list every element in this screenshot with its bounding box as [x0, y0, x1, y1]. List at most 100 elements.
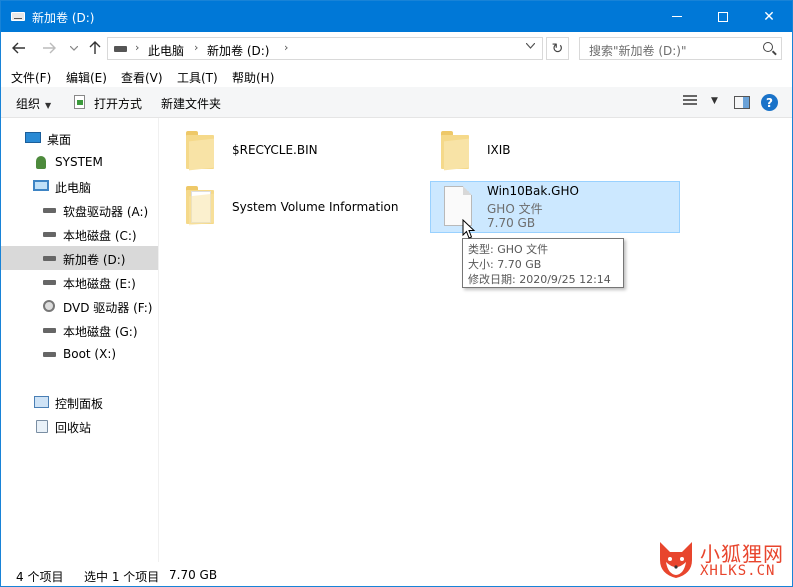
recycle-bin-icon [36, 420, 48, 433]
menu-tools[interactable]: 工具(T) [177, 69, 218, 86]
navigation-pane: 桌面 SYSTEM 此电脑 软盘驱动器 (A:) 本地磁盘 (C:) 新加卷 (… [1, 118, 159, 562]
breadcrumb-separator[interactable]: › [284, 41, 288, 54]
drive-icon [11, 12, 25, 21]
tooltip-type: 类型: GHO 文件 [468, 243, 549, 256]
organize-label: 组织 [16, 97, 41, 111]
file-item-ixib-folder[interactable]: IXIB [435, 126, 675, 174]
back-button[interactable] [9, 38, 29, 58]
file-list[interactable]: $RECYCLE.BIN IXIB System Volume Informat… [160, 118, 792, 562]
organize-button[interactable]: 组织 ▼ [16, 95, 51, 112]
sidebar-item-drive-e[interactable]: 本地磁盘 (E:) [1, 270, 158, 294]
menu-file[interactable]: 文件(F) [11, 69, 51, 86]
up-button[interactable] [85, 38, 105, 58]
breadcrumb-separator[interactable]: › [194, 41, 198, 54]
sidebar-item-label: 控制面板 [55, 397, 104, 411]
file-name: $RECYCLE.BIN [232, 143, 318, 157]
sidebar-item-dvd-f[interactable]: DVD 驱动器 (F:) [1, 294, 158, 318]
tooltip-modified: 修改日期: 2020/9/25 12:14 [468, 273, 611, 286]
maximize-icon [718, 11, 728, 22]
file-name: System Volume Information [232, 200, 399, 214]
refresh-icon: ↻ [551, 40, 564, 57]
minimize-icon [672, 16, 682, 17]
view-options-icon[interactable] [683, 95, 699, 109]
arrow-left-icon [12, 42, 25, 54]
preview-pane-icon[interactable] [734, 96, 750, 109]
desktop-icon [25, 132, 41, 143]
tooltip-size: 大小: 7.70 GB [468, 258, 542, 271]
sidebar-item-label: 新加卷 (D:) [63, 253, 126, 267]
navigation-bar: › 此电脑 › 新加卷 (D:) › ↻ 搜索"新加卷 (D:)" [1, 32, 792, 65]
drive-icon [43, 256, 56, 261]
file-item-system-volume-information-folder[interactable]: System Volume Information [182, 182, 427, 234]
breadcrumb-this-pc[interactable]: 此电脑 [148, 42, 184, 59]
file-name: Win10Bak.GHO [487, 184, 579, 198]
folder-icon [441, 131, 470, 171]
sidebar-item-drive-c[interactable]: 本地磁盘 (C:) [1, 222, 158, 246]
menu-edit[interactable]: 编辑(E) [66, 69, 107, 86]
sidebar-item-boot-x[interactable]: Boot (X:) [1, 342, 158, 366]
file-size: 7.70 GB [487, 216, 536, 230]
breadcrumb-separator[interactable]: › [135, 41, 139, 54]
sidebar-item-label: 桌面 [47, 133, 72, 147]
drive-icon [43, 352, 56, 357]
command-bar: 组织 ▼ 打开方式 新建文件夹 ▼ ? [1, 87, 792, 118]
fox-logo-icon [660, 542, 692, 578]
arrow-up-icon [89, 41, 101, 54]
sidebar-item-this-pc[interactable]: 此电脑 [1, 174, 158, 198]
title-bar[interactable]: 新加卷 (D:) ✕ [1, 1, 792, 32]
folder-icon [186, 186, 215, 226]
menu-bar: 文件(F) 编辑(E) 查看(V) 工具(T) 帮助(H) [1, 65, 792, 87]
open-with-button[interactable]: 打开方式 [94, 95, 142, 112]
help-icon[interactable]: ? [761, 94, 778, 111]
chevron-down-icon [70, 45, 78, 51]
drive-icon [43, 232, 56, 237]
sidebar-item-control-panel[interactable]: 控制面板 [1, 390, 158, 414]
window-title: 新加卷 (D:) [32, 11, 95, 25]
menu-view[interactable]: 查看(V) [121, 69, 163, 86]
breadcrumb-current-drive[interactable]: 新加卷 (D:) [207, 42, 269, 59]
sidebar-item-floppy-a[interactable]: 软盘驱动器 (A:) [1, 198, 158, 222]
sidebar-item-drive-g[interactable]: 本地磁盘 (G:) [1, 318, 158, 342]
sidebar-item-label: SYSTEM [55, 155, 103, 169]
search-box[interactable]: 搜索"新加卷 (D:)" [579, 37, 782, 60]
new-folder-button[interactable]: 新建文件夹 [161, 95, 221, 112]
sidebar-item-drive-d[interactable]: 新加卷 (D:) [1, 246, 158, 270]
drive-icon [43, 280, 56, 285]
arrow-right-icon [43, 42, 56, 54]
explorer-window: 新加卷 (D:) ✕ › 此电脑 › 新加卷 (D:) › ↻ 搜索"新加卷 (… [0, 0, 793, 587]
sidebar-item-label: Boot (X:) [63, 347, 117, 361]
address-dropdown-button[interactable] [525, 42, 536, 52]
sidebar-item-recycle-bin[interactable]: 回收站 [1, 414, 158, 438]
file-type: GHO 文件 [487, 202, 543, 216]
refresh-button[interactable]: ↻ [546, 37, 569, 60]
search-placeholder: 搜索"新加卷 (D:)" [589, 44, 687, 58]
chevron-down-icon [525, 42, 536, 49]
file-name: IXIB [487, 143, 511, 157]
floppy-drive-icon [43, 208, 56, 213]
status-item-count: 4 个项目 [16, 570, 64, 584]
recent-locations-button[interactable] [64, 38, 84, 58]
file-info-tooltip: 类型: GHO 文件 大小: 7.70 GB 修改日期: 2020/9/25 1… [462, 238, 624, 288]
folder-icon [186, 131, 215, 171]
sidebar-item-system[interactable]: SYSTEM [1, 150, 158, 174]
watermark: 小狐狸网 XHLKS.CN [656, 536, 788, 584]
open-with-icon [74, 95, 85, 109]
sidebar-item-desktop[interactable]: 桌面 [1, 126, 158, 150]
dvd-icon [43, 300, 55, 312]
maximize-button[interactable] [700, 1, 746, 32]
drive-icon [43, 328, 56, 333]
drive-icon [114, 46, 127, 52]
sidebar-item-label: 软盘驱动器 (A:) [63, 205, 149, 219]
close-button[interactable]: ✕ [746, 1, 792, 32]
menu-help[interactable]: 帮助(H) [232, 69, 274, 86]
close-icon: ✕ [763, 8, 775, 25]
file-item-recycle-bin-folder[interactable]: $RECYCLE.BIN [182, 126, 422, 174]
address-bar[interactable]: › 此电脑 › 新加卷 (D:) › [107, 37, 543, 60]
sidebar-item-label: 本地磁盘 (E:) [63, 277, 136, 291]
watermark-subtitle: XHLKS.CN [700, 563, 776, 579]
forward-button[interactable] [39, 38, 59, 58]
status-selection-size: 7.70 GB [169, 568, 218, 582]
chevron-down-icon[interactable]: ▼ [711, 96, 718, 106]
sidebar-item-label: 回收站 [55, 421, 92, 435]
minimize-button[interactable] [654, 1, 700, 32]
